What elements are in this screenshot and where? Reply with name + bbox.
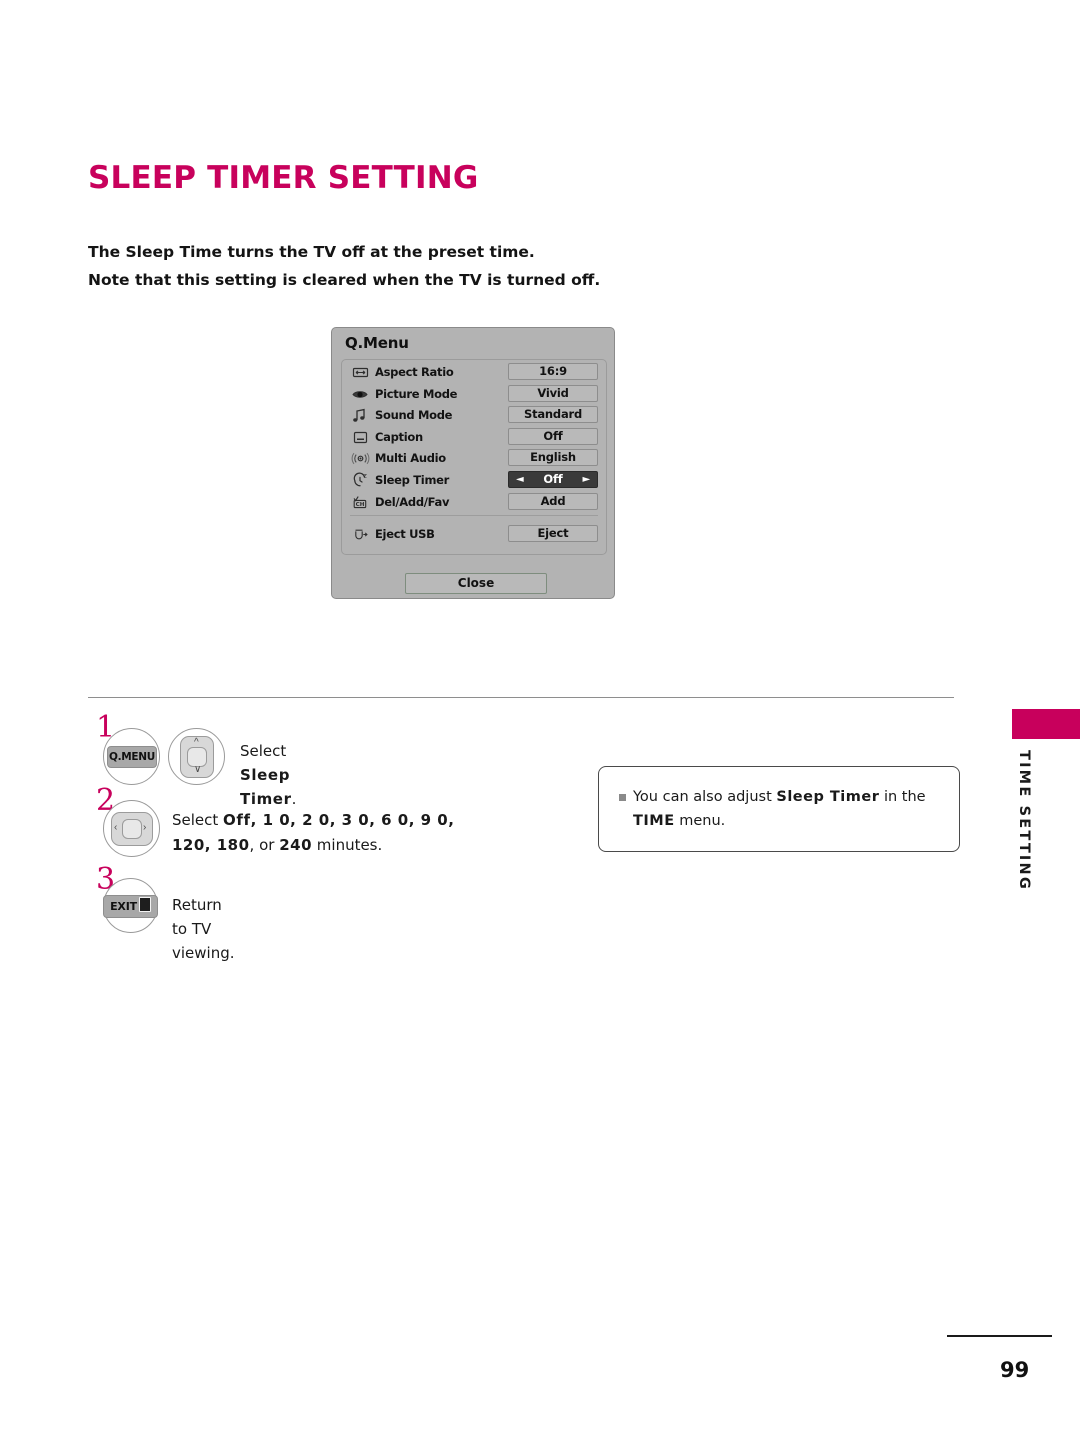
qmenu-value-eject[interactable]: Eject	[508, 525, 598, 542]
qmenu-label: Del/Add/Fav	[375, 494, 450, 509]
chevron-down-icon[interactable]: ∨	[194, 765, 201, 775]
qmenu-key-label: Q.MENU	[107, 746, 157, 768]
qmenu-value[interactable]: English	[508, 449, 598, 467]
close-button[interactable]: Close	[405, 573, 547, 594]
sidebar-accent-block	[1012, 709, 1080, 739]
note-bold-sleep-timer: Sleep Timer	[776, 789, 880, 805]
chevron-right-icon[interactable]: ›	[143, 823, 146, 833]
page-title: SLEEP TIMER SETTING	[88, 160, 479, 196]
note-box: You can also adjust Sleep Timer in the T…	[598, 766, 960, 852]
eject-usb-icon	[351, 526, 370, 543]
qmenu-row-eject-usb[interactable]: Eject USB Eject	[342, 524, 606, 546]
multi-audio-icon	[351, 450, 370, 467]
qmenu-separator	[350, 515, 598, 516]
svg-text:CH: CH	[356, 502, 365, 508]
step-1-bold: Sleep Timer	[240, 766, 292, 808]
chevron-left-icon[interactable]: ◄	[516, 472, 524, 487]
note-text: You can also adjust Sleep Timer in the T…	[633, 785, 951, 833]
eye-icon	[351, 386, 370, 403]
aspect-ratio-icon	[351, 364, 370, 381]
intro-line-2: Note that this setting is cleared when t…	[88, 271, 601, 289]
step-2-leftright-button[interactable]: ‹ ›	[103, 800, 160, 857]
qmenu-title: Q.Menu	[345, 334, 409, 352]
step-1-prefix: Select	[240, 742, 287, 760]
qmenu-label: Sleep Timer	[375, 473, 449, 487]
channel-fav-icon: CH	[351, 494, 370, 511]
qmenu-row-sound-mode[interactable]: Sound Mode Standard	[342, 405, 606, 427]
qmenu-value[interactable]: Add	[508, 492, 598, 510]
qmenu-list: Aspect Ratio 16:9 Picture Mode Vivid Sou…	[341, 359, 607, 555]
caption-icon	[351, 429, 370, 446]
step-2-values-line1: , 1 0, 2 0, 3 0, 6 0, 9 0,	[250, 811, 455, 829]
intro-paragraph: The Sleep Time turns the TV off at the p…	[88, 238, 600, 294]
qmenu-row-aspect-ratio[interactable]: Aspect Ratio 16:9	[342, 362, 606, 384]
step-1-suffix: .	[291, 790, 297, 808]
step-3-text: Return to TV viewing.	[172, 896, 235, 962]
step-2-mid: , or	[249, 836, 280, 854]
step-2-values-240: 240	[279, 836, 313, 854]
qmenu-label: Picture Mode	[375, 386, 458, 401]
qmenu-label: Sound Mode	[375, 408, 453, 423]
page-number: 99	[1000, 1358, 1030, 1382]
qmenu-row-picture-mode[interactable]: Picture Mode Vivid	[342, 384, 606, 406]
note-suffix: menu.	[674, 813, 726, 829]
qmenu-value[interactable]: Vivid	[508, 384, 598, 402]
qmenu-label: Caption	[375, 429, 423, 444]
note-bold-time: TIME	[633, 813, 675, 829]
chevron-left-icon[interactable]: ‹	[114, 823, 117, 833]
qmenu-value[interactable]: 16:9	[508, 363, 598, 380]
step-2-suffix: minutes.	[312, 836, 383, 854]
qmenu-label: Multi Audio	[375, 451, 446, 466]
qmenu-row-caption[interactable]: Caption Off	[342, 427, 606, 449]
footer-rule	[947, 1335, 1052, 1337]
section-divider	[88, 697, 954, 698]
qmenu-row-multi-audio[interactable]: Multi Audio English	[342, 448, 606, 470]
step-2-values-line2: 120, 180	[172, 836, 250, 854]
exit-key-label: EXIT	[103, 895, 158, 918]
ok-center-button[interactable]	[122, 819, 142, 839]
step-3-exit-button[interactable]: EXIT	[103, 878, 158, 933]
step-1-updown-button[interactable]: ^ ∨	[168, 728, 225, 785]
qmenu-panel: Q.Menu Aspect Ratio 16:9 Picture Mode Vi…	[331, 327, 615, 599]
chevron-right-icon[interactable]: ►	[583, 472, 591, 487]
chevron-up-icon[interactable]: ^	[194, 738, 199, 748]
exit-door-icon	[138, 897, 151, 912]
exit-key-text: EXIT	[110, 900, 137, 913]
qmenu-row-sleep-timer[interactable]: z Sleep Timer ◄ Off ►	[342, 470, 606, 492]
music-note-icon	[351, 407, 370, 424]
step-2-bold-off: Off	[223, 811, 251, 829]
step-2-text: Select Off, 1 0, 2 0, 3 0, 6 0, 9 0, 120…	[172, 808, 592, 858]
bullet-square-icon	[619, 794, 626, 801]
qmenu-value-sleep-timer[interactable]: ◄ Off ►	[508, 471, 598, 488]
step-1-text: Select Sleep Timer.	[240, 739, 296, 811]
qmenu-value[interactable]: Standard	[508, 406, 598, 424]
sidebar-section-label: TIME SETTING	[1016, 750, 1032, 891]
svg-text:z: z	[364, 472, 367, 479]
sleep-timer-icon: z	[351, 472, 370, 489]
qmenu-row-del-add-fav[interactable]: CH Del/Add/Fav Add	[342, 492, 606, 514]
intro-line-1: The Sleep Time turns the TV off at the p…	[88, 243, 535, 261]
step-2-prefix: Select	[172, 811, 224, 829]
note-mid: in the	[879, 789, 926, 805]
qmenu-value-text: Off	[543, 472, 563, 486]
step-1-qmenu-button[interactable]: Q.MENU	[103, 728, 160, 785]
qmenu-label: Eject USB	[375, 527, 435, 541]
qmenu-value[interactable]: Off	[508, 427, 598, 445]
qmenu-label: Aspect Ratio	[375, 365, 454, 379]
note-prefix: You can also adjust	[633, 789, 777, 805]
